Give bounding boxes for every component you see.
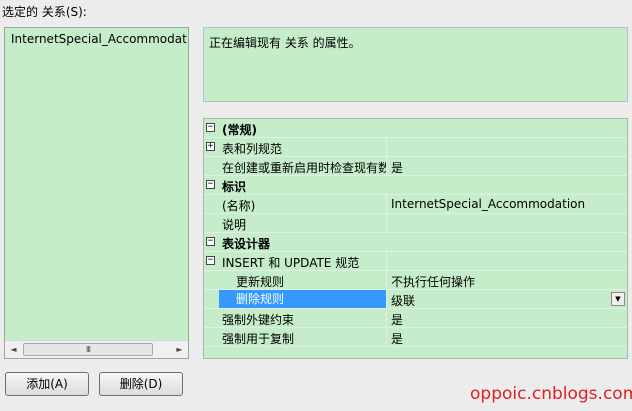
- property-value[interactable]: [386, 214, 627, 232]
- watermark-text: oppoic.cnblogs.com: [470, 384, 632, 404]
- description-box: 正在编辑现有 关系 的属性。: [203, 27, 628, 102]
- scrollbar-thumb[interactable]: III: [23, 343, 153, 356]
- row-gutter: [204, 328, 219, 346]
- delete-button[interactable]: 删除(D): [99, 372, 183, 396]
- row-gutter: −: [204, 176, 219, 194]
- property-name: (名称): [222, 199, 256, 213]
- property-name: (常规): [222, 123, 257, 137]
- property-name: INSERT 和 UPDATE 规范: [222, 256, 360, 270]
- horizontal-scrollbar[interactable]: ◄ III ►: [5, 340, 188, 358]
- row-gutter: +: [204, 138, 219, 156]
- property-row[interactable]: 说明: [204, 214, 627, 233]
- property-value-text: 是: [391, 161, 404, 175]
- add-button[interactable]: 添加(A): [5, 372, 89, 396]
- selected-relationships-label: 选定的 关系(S):: [2, 5, 87, 19]
- dropdown-arrow-icon[interactable]: ▼: [611, 292, 625, 306]
- property-value-text: 是: [391, 313, 404, 327]
- property-value-text: 不执行任何操作: [391, 275, 476, 289]
- collapse-icon[interactable]: −: [206, 256, 215, 265]
- row-gutter: −: [204, 252, 219, 270]
- property-grid[interactable]: − (常规) + 表和列规范 在创建或重新启用时检查现有数是 − 标识 (名称) Interne…: [203, 118, 628, 359]
- property-value[interactable]: [386, 138, 627, 156]
- collapse-icon[interactable]: −: [206, 237, 215, 246]
- property-value[interactable]: 级联 ▼: [386, 290, 627, 308]
- row-gutter: [204, 157, 219, 175]
- collapse-icon[interactable]: −: [206, 180, 215, 189]
- collapse-icon[interactable]: −: [206, 123, 215, 132]
- property-name: 表和列规范: [222, 142, 283, 156]
- property-category-row[interactable]: − (常规): [204, 119, 627, 138]
- property-name: 删除规则: [219, 290, 386, 308]
- row-gutter: [204, 214, 219, 232]
- property-name: 表设计器: [222, 237, 271, 251]
- row-gutter: −: [204, 119, 219, 137]
- property-value[interactable]: 是: [386, 157, 627, 175]
- property-category-row[interactable]: − 标识: [204, 176, 627, 195]
- row-gutter: [204, 195, 219, 213]
- property-value[interactable]: 是: [386, 328, 627, 346]
- property-row[interactable]: (名称) InternetSpecial_Accommodation: [204, 195, 627, 214]
- property-value[interactable]: 不执行任何操作: [386, 271, 627, 289]
- property-value-text: 是: [391, 332, 404, 346]
- description-text: 正在编辑现有 关系 的属性。: [209, 36, 361, 50]
- property-name: 在创建或重新启用时检查现有数: [222, 161, 386, 175]
- property-row[interactable]: 删除规则 级联 ▼: [204, 290, 627, 309]
- scroll-right-arrow-icon[interactable]: ►: [173, 343, 186, 356]
- scroll-left-arrow-icon[interactable]: ◄: [7, 343, 20, 356]
- row-gutter: [204, 290, 219, 308]
- property-row[interactable]: 强制外键约束 是: [204, 309, 627, 328]
- property-value[interactable]: 是: [386, 309, 627, 327]
- property-name: 强制外键约束: [222, 313, 295, 327]
- property-row[interactable]: − INSERT 和 UPDATE 规范: [204, 252, 627, 271]
- property-value[interactable]: InternetSpecial_Accommodation: [386, 195, 627, 213]
- property-row[interactable]: 更新规则 不执行任何操作: [204, 271, 627, 290]
- row-gutter: −: [204, 233, 219, 251]
- expand-icon[interactable]: +: [206, 142, 215, 151]
- property-name: 标识: [222, 180, 247, 194]
- property-row[interactable]: 强制用于复制 是: [204, 328, 627, 347]
- property-name: 强制用于复制: [222, 332, 295, 346]
- property-row[interactable]: + 表和列规范: [204, 138, 627, 157]
- relationship-list-item[interactable]: InternetSpecial_Accommodatio: [11, 32, 188, 46]
- property-name: 说明: [222, 218, 247, 232]
- row-gutter: [204, 271, 219, 289]
- property-value[interactable]: [386, 252, 627, 270]
- property-category-row[interactable]: − 表设计器: [204, 233, 627, 252]
- relationship-list[interactable]: InternetSpecial_Accommodatio ◄ III ►: [4, 27, 189, 359]
- property-name: 更新规则: [236, 275, 285, 289]
- row-gutter: [204, 309, 219, 327]
- property-row[interactable]: 在创建或重新启用时检查现有数是: [204, 157, 627, 176]
- property-value-text: InternetSpecial_Accommodation: [391, 197, 586, 211]
- property-value-text: 级联: [391, 294, 416, 308]
